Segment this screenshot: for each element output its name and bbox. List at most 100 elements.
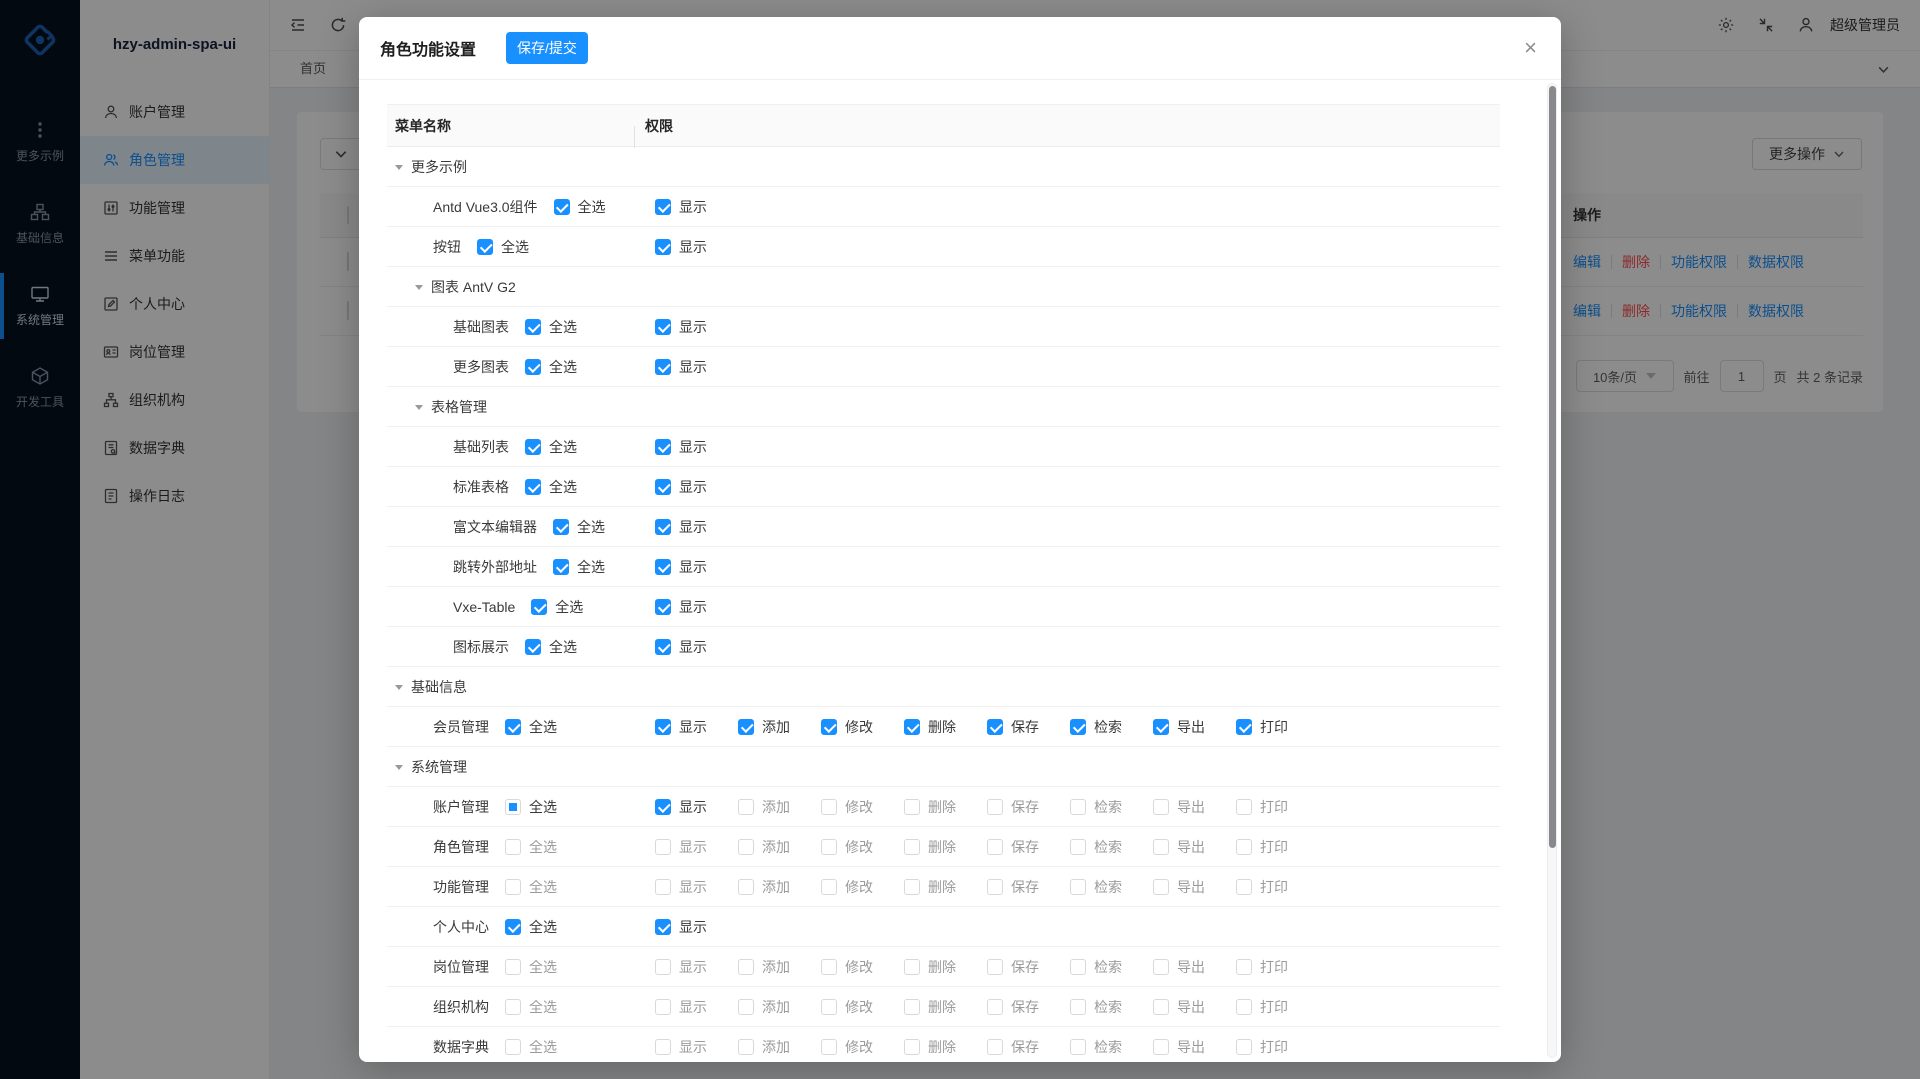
permission-checkbox[interactable] <box>655 479 671 495</box>
permission-checkbox[interactable] <box>1153 879 1169 895</box>
permission-checkbox[interactable] <box>655 359 671 375</box>
permission-toggle-删除[interactable]: 删除 <box>904 717 956 737</box>
permission-checkbox[interactable] <box>738 959 754 975</box>
permission-checkbox[interactable] <box>821 719 837 735</box>
permission-checkbox[interactable] <box>1236 1039 1252 1055</box>
permission-toggle-添加[interactable]: 添加 <box>738 957 790 977</box>
permission-toggle-导出[interactable]: 导出 <box>1153 877 1205 897</box>
permission-toggle-打印[interactable]: 打印 <box>1236 797 1288 817</box>
select-all-checkbox[interactable] <box>505 919 521 935</box>
caret-down-icon[interactable] <box>395 685 403 694</box>
permission-checkbox[interactable] <box>655 1039 671 1055</box>
select-all-checkbox[interactable] <box>553 559 569 575</box>
modal-scrollbar-thumb[interactable] <box>1549 86 1556 848</box>
permission-checkbox[interactable] <box>655 839 671 855</box>
permission-toggle-添加[interactable]: 添加 <box>738 877 790 897</box>
permission-checkbox[interactable] <box>987 1039 1003 1055</box>
permission-toggle-显示[interactable]: 显示 <box>655 797 707 817</box>
permission-checkbox[interactable] <box>655 239 671 255</box>
select-all-checkbox[interactable] <box>505 959 521 975</box>
select-all-checkbox[interactable] <box>505 1039 521 1055</box>
permission-toggle-打印[interactable]: 打印 <box>1236 997 1288 1017</box>
permission-toggle-添加[interactable]: 添加 <box>738 997 790 1017</box>
permission-toggle-打印[interactable]: 打印 <box>1236 877 1288 897</box>
permission-checkbox[interactable] <box>738 999 754 1015</box>
permission-checkbox[interactable] <box>821 1039 837 1055</box>
permission-checkbox[interactable] <box>655 799 671 815</box>
permission-toggle-添加[interactable]: 添加 <box>738 717 790 737</box>
permission-checkbox[interactable] <box>738 1039 754 1055</box>
select-all-toggle[interactable]: 全选 <box>554 197 606 217</box>
permission-toggle-显示[interactable]: 显示 <box>655 837 707 857</box>
permission-toggle-修改[interactable]: 修改 <box>821 837 873 857</box>
select-all-toggle[interactable]: 全选 <box>505 877 557 897</box>
select-all-toggle[interactable]: 全选 <box>505 1037 557 1057</box>
permission-toggle-导出[interactable]: 导出 <box>1153 957 1205 977</box>
permission-checkbox[interactable] <box>655 999 671 1015</box>
permission-checkbox[interactable] <box>655 879 671 895</box>
select-all-checkbox[interactable] <box>505 719 521 735</box>
permission-checkbox[interactable] <box>821 959 837 975</box>
select-all-checkbox[interactable] <box>525 439 541 455</box>
permission-toggle-显示[interactable]: 显示 <box>655 357 707 377</box>
select-all-toggle[interactable]: 全选 <box>505 717 557 737</box>
permission-toggle-添加[interactable]: 添加 <box>738 797 790 817</box>
permission-toggle-显示[interactable]: 显示 <box>655 477 707 497</box>
select-all-toggle[interactable]: 全选 <box>525 317 577 337</box>
permission-toggle-删除[interactable]: 删除 <box>904 797 956 817</box>
permission-checkbox[interactable] <box>1236 999 1252 1015</box>
permission-toggle-修改[interactable]: 修改 <box>821 997 873 1017</box>
permission-checkbox[interactable] <box>1070 1039 1086 1055</box>
permission-checkbox[interactable] <box>1070 959 1086 975</box>
permission-toggle-打印[interactable]: 打印 <box>1236 957 1288 977</box>
permission-toggle-显示[interactable]: 显示 <box>655 317 707 337</box>
permission-toggle-显示[interactable]: 显示 <box>655 877 707 897</box>
permission-toggle-删除[interactable]: 删除 <box>904 837 956 857</box>
permission-toggle-检索[interactable]: 检索 <box>1070 997 1122 1017</box>
permission-checkbox[interactable] <box>655 639 671 655</box>
select-all-toggle[interactable]: 全选 <box>553 557 605 577</box>
permission-checkbox[interactable] <box>655 519 671 535</box>
permission-checkbox[interactable] <box>655 439 671 455</box>
select-all-toggle[interactable]: 全选 <box>505 917 557 937</box>
permission-checkbox[interactable] <box>1070 839 1086 855</box>
permission-checkbox[interactable] <box>904 999 920 1015</box>
permission-checkbox[interactable] <box>987 879 1003 895</box>
permission-checkbox[interactable] <box>1153 719 1169 735</box>
permission-checkbox[interactable] <box>821 839 837 855</box>
permission-toggle-打印[interactable]: 打印 <box>1236 837 1288 857</box>
permission-toggle-保存[interactable]: 保存 <box>987 997 1039 1017</box>
permission-toggle-显示[interactable]: 显示 <box>655 957 707 977</box>
permission-toggle-导出[interactable]: 导出 <box>1153 717 1205 737</box>
select-all-toggle[interactable]: 全选 <box>525 437 577 457</box>
permission-checkbox[interactable] <box>904 959 920 975</box>
select-all-toggle[interactable]: 全选 <box>525 357 577 377</box>
permission-checkbox[interactable] <box>655 199 671 215</box>
permission-toggle-显示[interactable]: 显示 <box>655 997 707 1017</box>
close-icon[interactable]: × <box>1520 33 1541 63</box>
permission-checkbox[interactable] <box>987 839 1003 855</box>
permission-toggle-显示[interactable]: 显示 <box>655 717 707 737</box>
permission-checkbox[interactable] <box>1153 839 1169 855</box>
select-all-checkbox[interactable] <box>531 599 547 615</box>
select-all-checkbox[interactable] <box>505 879 521 895</box>
permission-toggle-显示[interactable]: 显示 <box>655 557 707 577</box>
permission-checkbox[interactable] <box>987 999 1003 1015</box>
permission-toggle-删除[interactable]: 删除 <box>904 1037 956 1057</box>
permission-checkbox[interactable] <box>904 719 920 735</box>
permission-toggle-导出[interactable]: 导出 <box>1153 837 1205 857</box>
select-all-toggle[interactable]: 全选 <box>531 597 583 617</box>
permission-toggle-修改[interactable]: 修改 <box>821 1037 873 1057</box>
permission-checkbox[interactable] <box>1070 999 1086 1015</box>
permission-checkbox[interactable] <box>1070 879 1086 895</box>
select-all-checkbox[interactable] <box>505 839 521 855</box>
permission-toggle-导出[interactable]: 导出 <box>1153 997 1205 1017</box>
permission-toggle-添加[interactable]: 添加 <box>738 837 790 857</box>
save-submit-button[interactable]: 保存/提交 <box>506 32 588 64</box>
permission-checkbox[interactable] <box>904 839 920 855</box>
permission-toggle-检索[interactable]: 检索 <box>1070 877 1122 897</box>
caret-down-icon[interactable] <box>415 405 423 414</box>
select-all-checkbox[interactable] <box>554 199 570 215</box>
permission-toggle-导出[interactable]: 导出 <box>1153 797 1205 817</box>
permission-toggle-显示[interactable]: 显示 <box>655 517 707 537</box>
